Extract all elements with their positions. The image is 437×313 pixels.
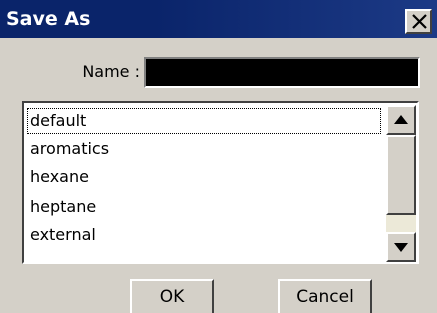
list-item[interactable]: external [26, 221, 382, 249]
cancel-button[interactable]: Cancel [278, 279, 372, 313]
arrow-up-icon [394, 115, 408, 124]
list-item[interactable]: default [26, 107, 382, 135]
arrow-down-icon [394, 243, 408, 252]
close-button[interactable] [405, 9, 432, 34]
vertical-scrollbar[interactable] [386, 105, 416, 262]
list-item[interactable]: aromatics [26, 135, 382, 163]
list-item[interactable]: heptane [26, 193, 382, 221]
title-bar[interactable]: Save As [0, 0, 437, 38]
list-items-container: default aromatics hexane heptane external [26, 105, 384, 262]
scroll-thumb[interactable] [386, 135, 416, 215]
close-icon [412, 14, 427, 29]
list-item[interactable]: hexane [26, 163, 382, 191]
save-as-dialog: Save As Name : default aromatics hexane hep… [0, 0, 437, 313]
dialog-title: Save As [6, 8, 91, 30]
ok-button[interactable]: OK [130, 279, 214, 313]
file-listbox[interactable]: default aromatics hexane heptane external [22, 101, 419, 264]
scroll-down-button[interactable] [386, 232, 416, 262]
name-input[interactable] [144, 57, 420, 88]
name-label: Name : [82, 62, 140, 81]
scroll-up-button[interactable] [386, 105, 416, 135]
